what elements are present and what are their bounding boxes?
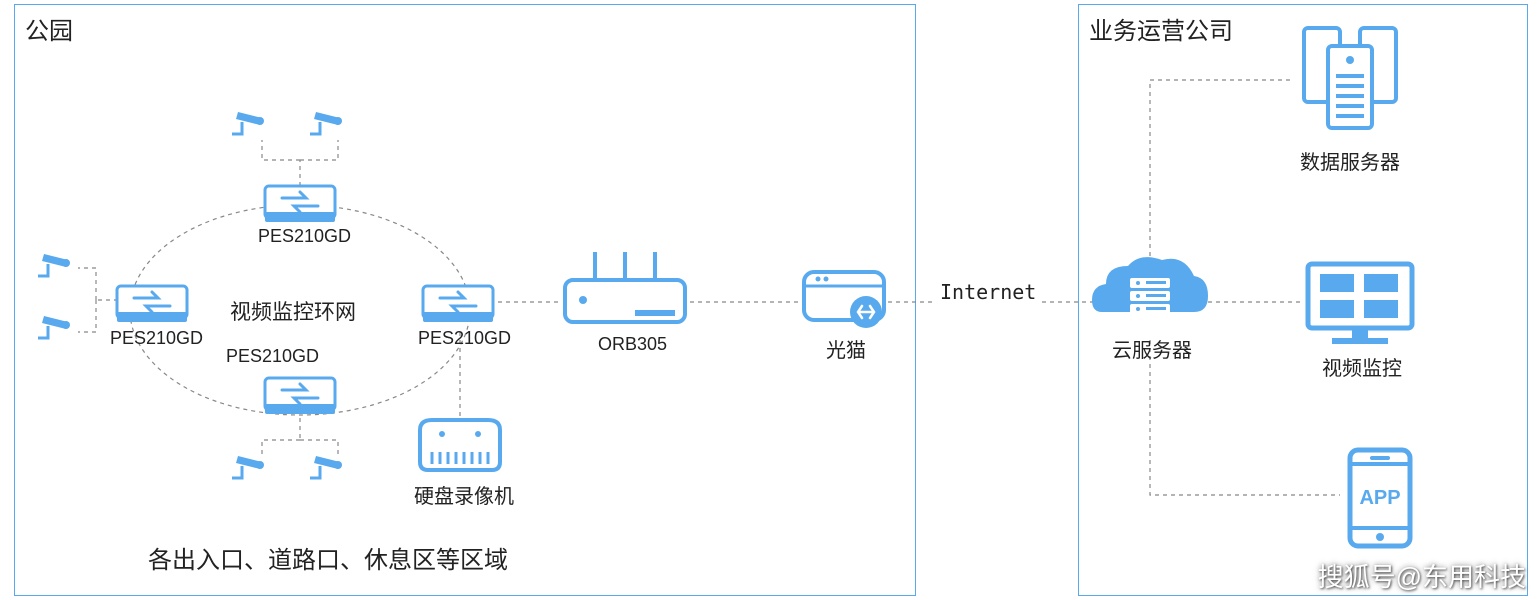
switch-top-label: PES210GD <box>258 226 351 247</box>
servers-icon <box>1304 28 1396 128</box>
nvr-label: 硬盘录像机 <box>414 480 514 509</box>
camera-icon <box>38 316 70 338</box>
switch-icon <box>423 286 493 322</box>
optical-modem-icon <box>804 272 884 328</box>
camera-icon <box>310 456 342 478</box>
monitor-icon <box>1308 264 1412 344</box>
router-icon <box>565 252 685 322</box>
svg-text:APP: APP <box>1359 487 1400 509</box>
camera-icon <box>232 456 264 478</box>
cloud-label: 云服务器 <box>1112 334 1192 363</box>
nvr-icon <box>420 420 500 470</box>
switch-right-label: PES210GD <box>418 328 511 349</box>
switch-icon <box>265 186 335 222</box>
app-icon: APP <box>1350 450 1410 546</box>
servers-label: 数据服务器 <box>1300 146 1400 175</box>
camera-icon <box>310 112 342 134</box>
cloud-icon <box>1092 257 1208 314</box>
switch-icon <box>265 378 335 414</box>
camera-icon <box>232 112 264 134</box>
camera-icon <box>38 254 70 276</box>
footnote: 各出入口、道路口、休息区等区域 <box>148 540 508 575</box>
switch-bottom-label: PES210GD <box>226 346 319 367</box>
router-label: ORB305 <box>598 334 667 355</box>
switch-left-label: PES210GD <box>110 328 203 349</box>
internet-label: Internet <box>940 280 1036 304</box>
watermark: 搜狐号@东用科技 <box>1318 557 1526 594</box>
switch-icon <box>117 286 187 322</box>
monitor-label: 视频监控 <box>1322 352 1402 381</box>
modem-label: 光猫 <box>826 334 866 363</box>
ring-label: 视频监控环网 <box>230 296 356 326</box>
